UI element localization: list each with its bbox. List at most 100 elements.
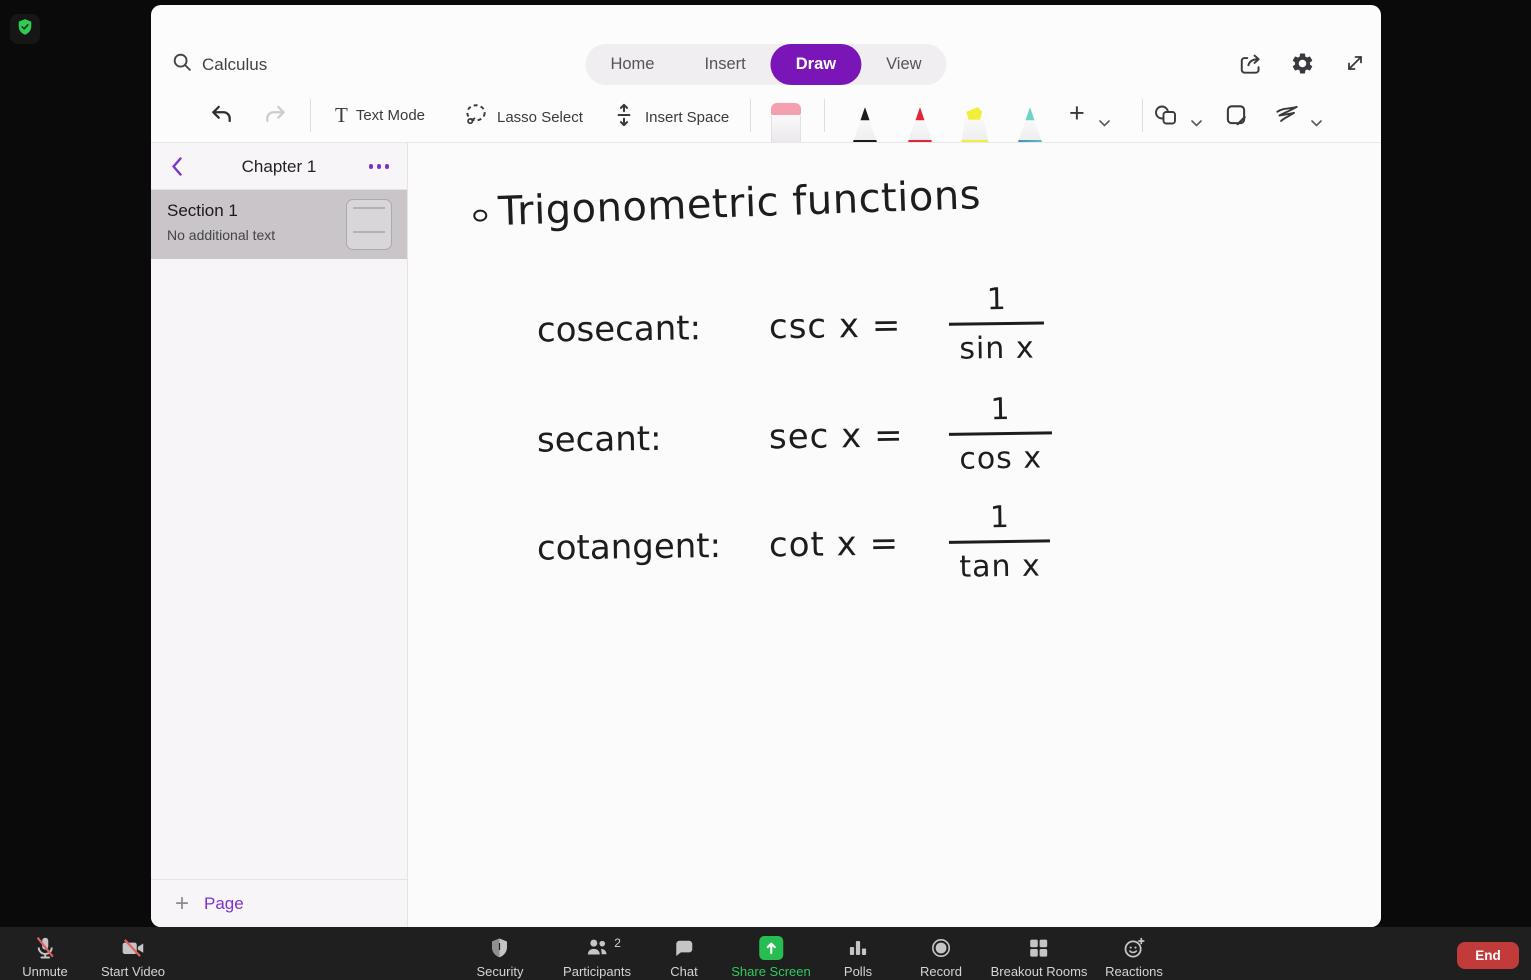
highlighter-yellow-tool[interactable] bbox=[960, 107, 990, 142]
tab-insert[interactable]: Insert bbox=[679, 44, 770, 85]
insert-space-icon bbox=[611, 102, 637, 132]
share-screen-button[interactable]: Share Screen bbox=[731, 935, 811, 979]
shared-note-app-window: Calculus Home Insert Draw View T Text Mo… bbox=[151, 5, 1381, 927]
polls-label: Polls bbox=[843, 964, 873, 979]
notebook-search[interactable]: Calculus bbox=[171, 51, 267, 78]
search-icon bbox=[171, 51, 193, 78]
polls-button[interactable]: Polls bbox=[844, 935, 872, 979]
security-shield-icon bbox=[488, 935, 512, 961]
redo-icon bbox=[266, 105, 285, 123]
participants-label: Participants bbox=[563, 964, 631, 979]
text-mode-button[interactable]: T Text Mode bbox=[335, 102, 425, 128]
ribbon-tab-group: Home Insert Draw View bbox=[585, 44, 947, 85]
fraction: 1 cos x bbox=[948, 391, 1053, 477]
fullscreen-button[interactable] bbox=[1343, 51, 1369, 77]
share-icon bbox=[1240, 54, 1260, 74]
toolbar-divider bbox=[824, 99, 825, 132]
chevron-down-icon bbox=[1311, 120, 1322, 127]
chevron-left-icon bbox=[172, 157, 182, 176]
participants-button[interactable]: 2 Participants bbox=[563, 935, 631, 979]
lasso-select-button[interactable]: Lasso Select bbox=[463, 102, 583, 132]
sticky-note-button[interactable] bbox=[1223, 102, 1249, 128]
sidebar-item-section-1[interactable]: Section 1 No additional text bbox=[151, 190, 407, 259]
pen-black-tool[interactable] bbox=[851, 107, 879, 142]
breakout-rooms-button[interactable]: Breakout Rooms bbox=[991, 935, 1087, 979]
meeting-control-bar: Unmute Start Video Security 2 Participan… bbox=[0, 927, 1531, 980]
expand-icon bbox=[1348, 56, 1362, 70]
eraser-icon bbox=[771, 103, 801, 115]
participants-icon: 2 bbox=[584, 935, 621, 961]
ink-replay-chevron[interactable] bbox=[1311, 114, 1322, 132]
add-page-label: Page bbox=[204, 893, 244, 913]
sidebar-header: Chapter 1 bbox=[151, 143, 407, 190]
chevron-down-icon bbox=[1099, 120, 1110, 127]
record-icon bbox=[929, 935, 953, 961]
shapes-chevron[interactable] bbox=[1191, 114, 1202, 132]
lasso-select-label: Lasso Select bbox=[497, 108, 583, 126]
chat-bubble-icon bbox=[672, 935, 696, 961]
squiggle-icon bbox=[1276, 105, 1298, 122]
security-button[interactable]: Security bbox=[476, 935, 524, 979]
page-thumbnail bbox=[346, 199, 392, 250]
start-video-button[interactable]: Start Video bbox=[101, 935, 165, 979]
handwritten-line-secant: secant: sec x = 1 cos x bbox=[536, 391, 1053, 482]
ellipsis-icon bbox=[368, 164, 373, 169]
eraser-tool[interactable] bbox=[771, 103, 801, 142]
chat-button[interactable]: Chat bbox=[670, 935, 698, 979]
ink-replay-button[interactable] bbox=[1273, 102, 1301, 128]
chevron-down-icon bbox=[1191, 120, 1202, 127]
shield-check-icon bbox=[15, 17, 35, 42]
unmute-button[interactable]: Unmute bbox=[22, 935, 68, 979]
bullet-circle-icon bbox=[473, 209, 488, 222]
search-label: Calculus bbox=[202, 54, 268, 74]
shapes-button[interactable] bbox=[1153, 102, 1181, 128]
pen-teal-tool[interactable] bbox=[1016, 107, 1044, 142]
tab-draw[interactable]: Draw bbox=[770, 44, 862, 85]
toolbar-divider bbox=[1142, 99, 1143, 132]
gear-icon bbox=[1292, 53, 1313, 74]
tab-home[interactable]: Home bbox=[585, 44, 679, 85]
chat-label: Chat bbox=[670, 964, 698, 979]
sidebar-more-button[interactable] bbox=[368, 164, 389, 169]
drawing-canvas[interactable]: Trigonometric functions cosecant: csc x … bbox=[409, 143, 1381, 927]
insert-space-button[interactable]: Insert Space bbox=[611, 102, 729, 132]
undo-button[interactable] bbox=[209, 102, 235, 128]
unmute-label: Unmute bbox=[22, 964, 68, 979]
record-button[interactable]: Record bbox=[920, 935, 962, 979]
add-pen-button[interactable]: + bbox=[1069, 98, 1085, 128]
share-screen-label: Share Screen bbox=[731, 964, 811, 979]
tab-view[interactable]: View bbox=[861, 44, 946, 85]
share-export-button[interactable] bbox=[1237, 51, 1263, 77]
redo-button[interactable] bbox=[262, 102, 288, 128]
reactions-button[interactable]: Reactions bbox=[1105, 935, 1163, 979]
camera-off-icon bbox=[120, 935, 146, 961]
reactions-smiley-icon bbox=[1122, 935, 1146, 961]
polls-icon bbox=[846, 935, 870, 961]
end-meeting-button[interactable]: End bbox=[1457, 942, 1519, 969]
start-video-label: Start Video bbox=[100, 964, 166, 979]
plus-icon: + bbox=[175, 889, 190, 917]
record-label: Record bbox=[920, 964, 962, 979]
share-screen-icon bbox=[759, 935, 783, 961]
text-mode-icon: T bbox=[335, 103, 348, 127]
plus-icon: + bbox=[1069, 98, 1085, 128]
draw-toolbar: T Text Mode Lasso Select Insert Space + bbox=[151, 89, 1381, 143]
add-page-button[interactable]: + Page bbox=[151, 879, 407, 927]
toolbar-divider bbox=[750, 99, 751, 132]
fraction: 1 tan x bbox=[948, 499, 1052, 585]
mic-muted-icon bbox=[32, 935, 58, 961]
settings-button[interactable] bbox=[1290, 51, 1316, 77]
breakout-rooms-icon bbox=[1027, 935, 1051, 961]
handwritten-line-cosecant: cosecant: csc x = 1 sin x bbox=[536, 281, 1045, 372]
pen-red-tool[interactable] bbox=[906, 107, 934, 142]
add-pen-chevron[interactable] bbox=[1099, 114, 1110, 132]
undo-icon bbox=[212, 105, 231, 123]
pages-sidebar: Chapter 1 Section 1 No additional text +… bbox=[151, 143, 408, 927]
security-label: Security bbox=[476, 964, 524, 979]
handwritten-line-cotangent: cotangent: cot x = 1 tan x bbox=[536, 499, 1052, 590]
lasso-icon bbox=[463, 102, 489, 132]
participants-count-badge: 2 bbox=[614, 936, 621, 950]
back-button[interactable] bbox=[171, 157, 183, 181]
meeting-security-badge[interactable] bbox=[10, 14, 40, 44]
meeting-stage: Calculus Home Insert Draw View T Text Mo… bbox=[0, 0, 1531, 980]
